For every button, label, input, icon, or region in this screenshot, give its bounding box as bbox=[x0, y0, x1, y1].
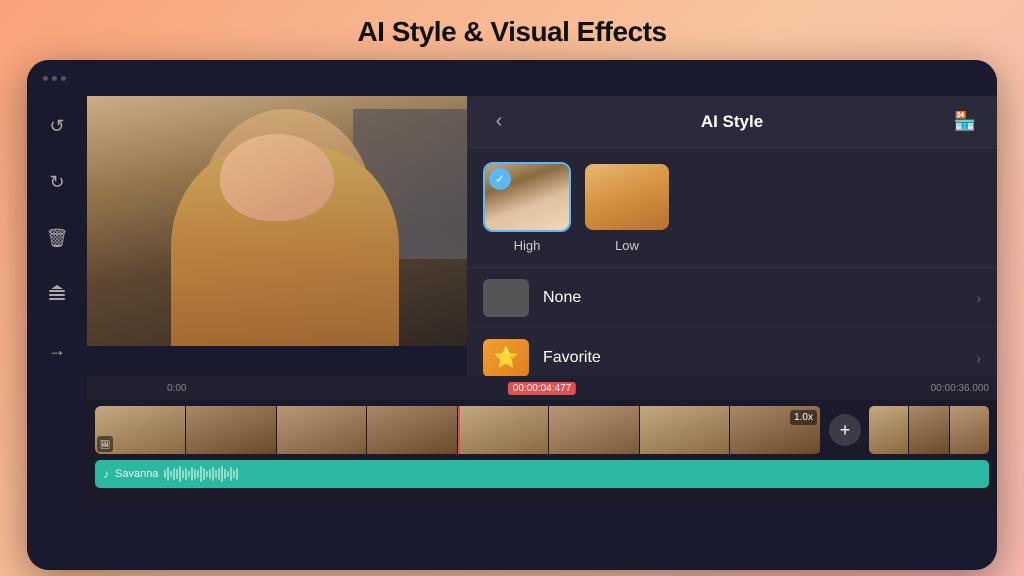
favorite-label: Favorite bbox=[543, 349, 976, 367]
back-button[interactable]: ‹ bbox=[483, 106, 515, 138]
toolbar-layers[interactable] bbox=[39, 276, 75, 312]
ruler-playhead-time: 00:00:04:477 bbox=[508, 382, 576, 395]
wave-24 bbox=[233, 470, 235, 478]
dot2 bbox=[52, 76, 57, 81]
toolbar-redo[interactable]: ↻ bbox=[39, 164, 75, 200]
audio-track-row: ♪ Savanna bbox=[95, 460, 989, 488]
wave-1 bbox=[164, 470, 166, 478]
quality-low-img[interactable] bbox=[583, 162, 671, 232]
wave-19 bbox=[218, 468, 220, 480]
ai-style-panel: ‹ AI Style 🏪 ✓ High bbox=[467, 96, 997, 376]
selected-check-icon: ✓ bbox=[489, 168, 511, 190]
right-clip-3 bbox=[950, 406, 989, 454]
quality-low-preview bbox=[585, 164, 669, 230]
track-thumb-2 bbox=[186, 406, 277, 454]
playhead-line bbox=[458, 406, 460, 454]
speed-badge: 1.0x bbox=[790, 410, 817, 425]
style-menu-list: None › ⭐ Favorite › bbox=[467, 268, 997, 376]
ruler-time-right: 00:00:36.000 bbox=[931, 383, 989, 394]
favorite-thumb: ⭐ bbox=[483, 339, 529, 377]
track-thumb-5 bbox=[458, 406, 549, 454]
track-thumbnails: 🖼 1.0x bbox=[95, 406, 821, 454]
toolbar-delete[interactable]: 🗑 bbox=[39, 220, 75, 256]
panel-title: AI Style bbox=[701, 112, 763, 132]
none-label: None bbox=[543, 289, 976, 307]
timeline-ruler: 0:00 00:00:04:477 00:00:36.000 bbox=[87, 376, 997, 400]
wave-4 bbox=[173, 468, 175, 480]
menu-dots-icon bbox=[43, 76, 66, 81]
wave-13 bbox=[200, 466, 202, 482]
track-thumb-4 bbox=[367, 406, 458, 454]
wave-3 bbox=[170, 471, 172, 477]
wave-10 bbox=[191, 467, 193, 481]
none-chevron-icon: › bbox=[976, 290, 981, 306]
menu-item-favorite[interactable]: ⭐ Favorite › bbox=[467, 328, 997, 376]
audio-track: ♪ Savanna bbox=[95, 460, 989, 488]
audio-name: Savanna bbox=[115, 468, 158, 480]
track-thumb-7 bbox=[640, 406, 731, 454]
quality-low-label: Low bbox=[615, 238, 639, 253]
wave-6 bbox=[179, 466, 181, 482]
none-thumb bbox=[483, 279, 529, 317]
quality-high-img[interactable]: ✓ bbox=[483, 162, 571, 232]
main-area: ↺ ↻ 🗑 → bbox=[27, 96, 997, 570]
track-thumb-1: 🖼 bbox=[95, 406, 186, 454]
wave-20 bbox=[221, 466, 223, 482]
left-toolbar: ↺ ↻ 🗑 → bbox=[27, 96, 87, 570]
video-preview-inner bbox=[87, 96, 467, 346]
quality-low[interactable]: Low bbox=[583, 162, 671, 253]
wave-16 bbox=[209, 469, 211, 479]
right-clip-2 bbox=[909, 406, 948, 454]
ruler-time-left: 0:00 bbox=[167, 383, 186, 394]
wave-9 bbox=[188, 471, 190, 477]
menu-item-none[interactable]: None › bbox=[467, 268, 997, 328]
toolbar-undo[interactable]: ↺ bbox=[39, 108, 75, 144]
cartoon-effect-overlay bbox=[87, 96, 467, 346]
quality-row: ✓ High Low bbox=[467, 148, 997, 268]
track-thumb-6 bbox=[549, 406, 640, 454]
wave-17 bbox=[212, 467, 214, 481]
page-title: AI Style & Visual Effects bbox=[357, 16, 666, 48]
wave-7 bbox=[182, 470, 184, 478]
wave-11 bbox=[194, 469, 196, 479]
video-track: 🖼 1.0x + bbox=[95, 404, 989, 456]
wave-22 bbox=[227, 471, 229, 477]
wave-12 bbox=[197, 470, 199, 478]
right-clips bbox=[869, 406, 989, 454]
favorite-chevron-icon: › bbox=[976, 350, 981, 366]
top-bar bbox=[27, 60, 997, 96]
right-clip-strip bbox=[869, 406, 989, 454]
timeline-tracks: 🖼 1.0x + bbox=[87, 400, 997, 506]
right-clip-1 bbox=[869, 406, 908, 454]
track-thumb-3 bbox=[277, 406, 368, 454]
wave-5 bbox=[176, 469, 178, 479]
favorite-thumb-inner: ⭐ bbox=[483, 339, 529, 377]
dot3 bbox=[61, 76, 66, 81]
wave-18 bbox=[215, 470, 217, 478]
timeline-area: 0:00 00:00:04:477 00:00:36.000 🖼 bbox=[87, 376, 997, 506]
wave-23 bbox=[230, 467, 232, 481]
audio-waveform bbox=[164, 466, 981, 482]
wave-25 bbox=[236, 468, 238, 480]
audio-icon: ♪ bbox=[103, 467, 109, 481]
dot1 bbox=[43, 76, 48, 81]
device-frame: ↺ ↻ 🗑 → bbox=[27, 60, 997, 570]
none-thumb-inner bbox=[483, 279, 529, 317]
toolbar-export[interactable]: → bbox=[39, 332, 75, 368]
quality-high-label: High bbox=[514, 238, 541, 253]
shop-icon[interactable]: 🏪 bbox=[949, 106, 981, 138]
wave-21 bbox=[224, 469, 226, 479]
content-row: ‹ AI Style 🏪 ✓ High bbox=[87, 96, 997, 376]
wave-14 bbox=[203, 468, 205, 480]
panel-header: ‹ AI Style 🏪 bbox=[467, 96, 997, 148]
add-clip-button[interactable]: + bbox=[829, 414, 861, 446]
video-preview bbox=[87, 96, 467, 346]
quality-high[interactable]: ✓ High bbox=[483, 162, 571, 253]
wave-8 bbox=[185, 468, 187, 480]
quality-high-preview: ✓ bbox=[485, 164, 569, 230]
wave-15 bbox=[206, 471, 208, 477]
wave-2 bbox=[167, 467, 169, 481]
clip-icon-1: 🖼 bbox=[97, 436, 113, 452]
